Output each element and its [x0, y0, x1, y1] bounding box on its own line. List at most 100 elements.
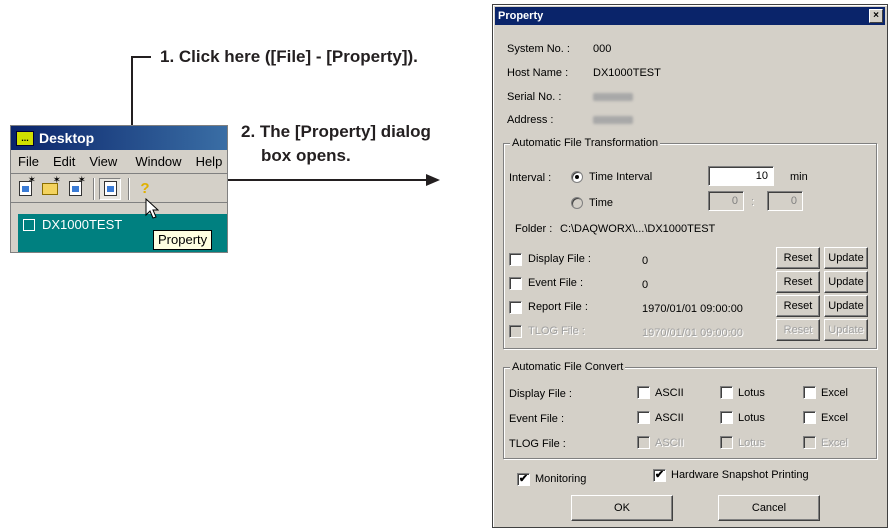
folder-value: C:\DAQWORX\...\DX1000TEST	[560, 223, 716, 235]
event-file-update-button[interactable]: Update	[824, 271, 868, 293]
convert-tlog-lotus-checkbox[interactable]	[720, 436, 733, 449]
time-colon: :	[751, 196, 755, 208]
system-no-value: 000	[593, 43, 612, 55]
auto-transform-label: Automatic File Transformation	[510, 136, 661, 150]
report-file-reset-button[interactable]: Reset	[776, 295, 820, 317]
property-icon[interactable]	[99, 177, 121, 200]
new-window-icon[interactable]: ✶	[64, 175, 86, 200]
convert-tlog-ascii-label: ASCII	[655, 437, 684, 449]
host-name-value: DX1000TEST	[593, 67, 661, 79]
toolbar-separator	[128, 177, 130, 200]
report-file-label: Report File :	[528, 301, 588, 313]
dialog-title-bar: Property ×	[495, 7, 885, 25]
time-radio[interactable]	[571, 197, 583, 209]
interval-label: Interval :	[509, 172, 552, 184]
property-tooltip: Property	[153, 230, 213, 250]
hardware-snapshot-checkbox[interactable]: ✔	[653, 469, 666, 482]
step2-annotation-line2: box opens.	[261, 146, 351, 165]
folder-label: Folder :	[515, 223, 553, 235]
step2-annotation-line1: 2. The [Property] dialog	[241, 122, 431, 141]
desktop-window: Desktop ... File Edit View Window Help ✶…	[10, 125, 228, 253]
step2-arrow-line	[228, 179, 430, 181]
serial-no-redacted	[593, 93, 633, 101]
address-label: Address :	[507, 114, 554, 126]
step1-leader-horizontal	[131, 56, 151, 58]
desktop-logo-icon: ...	[16, 131, 34, 146]
host-name-label: Host Name :	[507, 67, 569, 79]
menu-view[interactable]: View	[82, 154, 124, 169]
time-minute-input[interactable]: 0	[767, 191, 803, 211]
convert-tlog-file-label: TLOG File :	[509, 438, 566, 450]
tlog-file-reset-button[interactable]: Reset	[776, 319, 820, 341]
display-file-value: 0	[642, 255, 649, 267]
convert-event-lotus-label: Lotus	[738, 412, 765, 424]
convert-tlog-lotus-label: Lotus	[738, 437, 765, 449]
desktop-toolbar: ✶ ✶ ✶ ?	[11, 175, 227, 203]
help-icon[interactable]: ?	[134, 178, 156, 200]
convert-display-ascii-label: ASCII	[655, 387, 684, 399]
mouse-pointer-icon	[145, 198, 159, 219]
cancel-button[interactable]: Cancel	[718, 495, 820, 521]
auto-convert-group: Automatic File Convert Display File : AS…	[503, 360, 877, 459]
convert-display-lotus-checkbox[interactable]	[720, 386, 733, 399]
convert-display-file-label: Display File :	[509, 388, 572, 400]
convert-event-ascii-label: ASCII	[655, 412, 684, 424]
convert-tlog-ascii-checkbox[interactable]	[637, 436, 650, 449]
display-file-checkbox[interactable]	[509, 253, 522, 266]
report-file-update-button[interactable]: Update	[824, 295, 868, 317]
toolbar-separator	[93, 177, 95, 200]
convert-tlog-excel-label: Excel	[821, 437, 848, 449]
system-no-label: System No. :	[507, 43, 570, 55]
time-interval-radio[interactable]	[571, 171, 583, 183]
min-label: min	[790, 171, 808, 183]
convert-display-lotus-label: Lotus	[738, 387, 765, 399]
convert-tlog-excel-checkbox[interactable]	[803, 436, 816, 449]
display-file-label: Display File :	[528, 253, 591, 265]
auto-transform-group: Automatic File Transformation Interval :…	[503, 136, 877, 349]
serial-no-label: Serial No. :	[507, 91, 562, 103]
event-file-reset-button[interactable]: Reset	[776, 271, 820, 293]
convert-display-ascii-checkbox[interactable]	[637, 386, 650, 399]
convert-event-ascii-checkbox[interactable]	[637, 411, 650, 424]
menu-window[interactable]: Window	[128, 154, 188, 169]
tlog-file-label: TLOG File :	[528, 325, 585, 337]
convert-event-file-label: Event File :	[509, 413, 565, 425]
time-interval-input[interactable]: 10	[708, 166, 774, 186]
convert-event-excel-checkbox[interactable]	[803, 411, 816, 424]
menu-help[interactable]: Help	[189, 154, 227, 169]
monitoring-label: Monitoring	[535, 473, 587, 485]
display-file-reset-button[interactable]: Reset	[776, 247, 820, 269]
display-file-update-button[interactable]: Update	[824, 247, 868, 269]
ok-button[interactable]: OK	[571, 495, 673, 521]
time-interval-label: Time Interval	[589, 171, 653, 183]
menu-file[interactable]: File	[11, 154, 46, 169]
convert-display-excel-checkbox[interactable]	[803, 386, 816, 399]
convert-display-excel-label: Excel	[821, 387, 848, 399]
hardware-snapshot-label: Hardware Snapshot Printing	[671, 469, 809, 481]
arrow-head-icon	[426, 174, 440, 186]
step1-annotation: 1. Click here ([File] - [Property]).	[160, 47, 418, 66]
event-file-label: Event File :	[528, 277, 584, 289]
event-file-value: 0	[642, 279, 649, 291]
dialog-title: Property	[498, 10, 544, 22]
convert-event-lotus-checkbox[interactable]	[720, 411, 733, 424]
auto-convert-label: Automatic File Convert	[510, 360, 626, 374]
tlog-file-checkbox[interactable]	[509, 325, 522, 338]
new-chart-icon[interactable]: ✶	[14, 175, 36, 200]
desktop-menu-bar: File Edit View Window Help	[11, 150, 227, 174]
report-file-value: 1970/01/01 09:00:00	[642, 303, 743, 315]
report-file-checkbox[interactable]	[509, 301, 522, 314]
close-icon[interactable]: ×	[869, 9, 883, 23]
monitoring-checkbox[interactable]: ✔	[517, 473, 530, 486]
tlog-file-value: 1970/01/01 09:00:00	[642, 327, 743, 339]
time-hour-input[interactable]: 0	[708, 191, 744, 211]
menu-edit[interactable]: Edit	[46, 154, 82, 169]
desktop-title-bar: Desktop	[11, 126, 227, 150]
property-dialog: Property × System No. : 000 Host Name : …	[492, 4, 888, 528]
open-folder-icon[interactable]: ✶	[39, 175, 61, 200]
address-redacted	[593, 116, 633, 124]
tlog-file-update-button[interactable]: Update	[824, 319, 868, 341]
event-file-checkbox[interactable]	[509, 277, 522, 290]
convert-event-excel-label: Excel	[821, 412, 848, 424]
desktop-title: Desktop	[39, 130, 95, 146]
